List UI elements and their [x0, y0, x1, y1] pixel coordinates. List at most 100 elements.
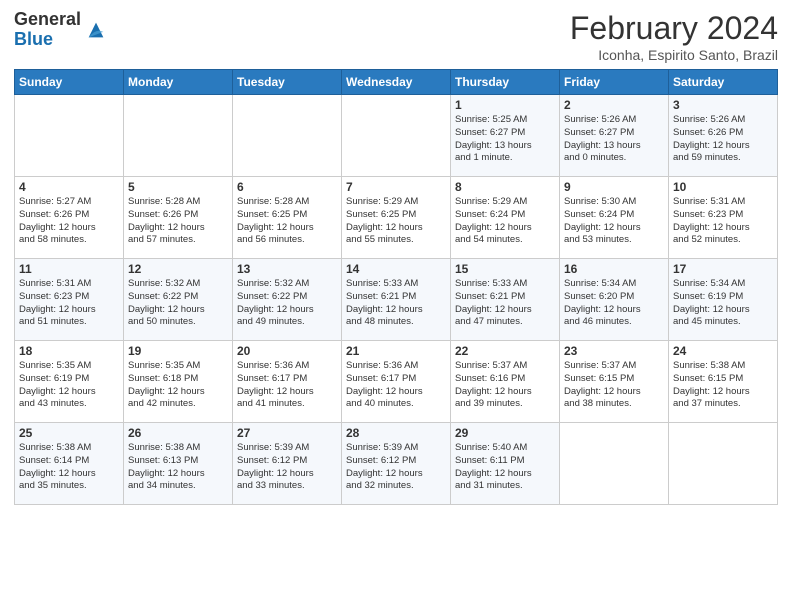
- calendar-cell: [15, 95, 124, 177]
- day-number: 16: [564, 262, 664, 276]
- day-number: 19: [128, 344, 228, 358]
- logo-icon: [85, 19, 107, 41]
- day-info: Sunrise: 5:32 AM Sunset: 6:22 PM Dayligh…: [128, 278, 228, 329]
- calendar-cell: [342, 95, 451, 177]
- day-info: Sunrise: 5:31 AM Sunset: 6:23 PM Dayligh…: [19, 278, 119, 329]
- day-info: Sunrise: 5:35 AM Sunset: 6:18 PM Dayligh…: [128, 360, 228, 411]
- calendar-cell: 25Sunrise: 5:38 AM Sunset: 6:14 PM Dayli…: [15, 423, 124, 505]
- page-container: General Blue February 2024 Iconha, Espir…: [0, 0, 792, 515]
- calendar-cell: [560, 423, 669, 505]
- calendar-cell: 27 Sunrise: 5:39 AM Sunset: 6:12 PM Dayli…: [233, 423, 342, 505]
- calendar-cell: 9Sunrise: 5:30 AM Sunset: 6:24 PM Daylig…: [560, 177, 669, 259]
- day-info: Sunrise: 5:35 AM Sunset: 6:19 PM Dayligh…: [19, 360, 119, 411]
- calendar-cell: 13Sunrise: 5:32 AM Sunset: 6:22 PM Dayli…: [233, 259, 342, 341]
- day-info: Sunrise: 5:28 AM Sunset: 6:25 PM Dayligh…: [237, 196, 337, 247]
- day-number: 27: [237, 426, 337, 440]
- calendar-cell: 17 Sunrise: 5:34 AM Sunset: 6:19 PM Dayli…: [669, 259, 778, 341]
- day-number: 8: [455, 180, 555, 194]
- day-info: Sunrise: 5:38 AM Sunset: 6:15 PM Dayligh…: [673, 360, 773, 411]
- day-info: Sunrise: 5:38 AM Sunset: 6:14 PM Dayligh…: [19, 442, 119, 493]
- day-info: Sunrise: 5:26 AM Sunset: 6:27 PM Dayligh…: [564, 114, 664, 165]
- day-number: 10: [673, 180, 773, 194]
- day-info: Sunrise: 5:33 AM Sunset: 6:21 PM Dayligh…: [346, 278, 446, 329]
- calendar-week-row: 25Sunrise: 5:38 AM Sunset: 6:14 PM Dayli…: [15, 423, 778, 505]
- day-info: Sunrise: 5:31 AM Sunset: 6:23 PM Dayligh…: [673, 196, 773, 247]
- day-info: Sunrise: 5:37 AM Sunset: 6:15 PM Dayligh…: [564, 360, 664, 411]
- day-number: 15: [455, 262, 555, 276]
- calendar-cell: 2 Sunrise: 5:26 AM Sunset: 6:27 PM Daylig…: [560, 95, 669, 177]
- day-number: 6: [237, 180, 337, 194]
- weekday-header: Friday: [560, 70, 669, 95]
- day-info: Sunrise: 5:39 AM Sunset: 6:12 PM Dayligh…: [346, 442, 446, 493]
- weekday-header: Sunday: [15, 70, 124, 95]
- calendar-cell: 12 Sunrise: 5:32 AM Sunset: 6:22 PM Dayli…: [124, 259, 233, 341]
- day-number: 26: [128, 426, 228, 440]
- calendar-cell: 23 Sunrise: 5:37 AM Sunset: 6:15 PM Dayli…: [560, 341, 669, 423]
- day-number: 21: [346, 344, 446, 358]
- calendar-table: SundayMondayTuesdayWednesdayThursdayFrid…: [14, 69, 778, 505]
- logo-general: General: [14, 10, 81, 30]
- day-info: Sunrise: 5:28 AM Sunset: 6:26 PM Dayligh…: [128, 196, 228, 247]
- day-info: Sunrise: 5:29 AM Sunset: 6:24 PM Dayligh…: [455, 196, 555, 247]
- day-number: 4: [19, 180, 119, 194]
- day-info: Sunrise: 5:34 AM Sunset: 6:19 PM Dayligh…: [673, 278, 773, 329]
- weekday-header: Thursday: [451, 70, 560, 95]
- weekday-header-row: SundayMondayTuesdayWednesdayThursdayFrid…: [15, 70, 778, 95]
- calendar-cell: 18 Sunrise: 5:35 AM Sunset: 6:19 PM Dayli…: [15, 341, 124, 423]
- calendar-cell: 24Sunrise: 5:38 AM Sunset: 6:15 PM Dayli…: [669, 341, 778, 423]
- weekday-header: Wednesday: [342, 70, 451, 95]
- calendar-cell: 20Sunrise: 5:36 AM Sunset: 6:17 PM Dayli…: [233, 341, 342, 423]
- day-number: 12: [128, 262, 228, 276]
- day-info: Sunrise: 5:36 AM Sunset: 6:17 PM Dayligh…: [346, 360, 446, 411]
- calendar-cell: 29 Sunrise: 5:40 AM Sunset: 6:11 PM Dayli…: [451, 423, 560, 505]
- month-title: February 2024: [570, 10, 778, 47]
- calendar-week-row: 4 Sunrise: 5:27 AM Sunset: 6:26 PM Daylig…: [15, 177, 778, 259]
- day-info: Sunrise: 5:29 AM Sunset: 6:25 PM Dayligh…: [346, 196, 446, 247]
- calendar-cell: [669, 423, 778, 505]
- day-number: 23: [564, 344, 664, 358]
- day-number: 20: [237, 344, 337, 358]
- weekday-header: Saturday: [669, 70, 778, 95]
- day-info: Sunrise: 5:37 AM Sunset: 6:16 PM Dayligh…: [455, 360, 555, 411]
- day-number: 17: [673, 262, 773, 276]
- day-info: Sunrise: 5:25 AM Sunset: 6:27 PM Dayligh…: [455, 114, 555, 165]
- subtitle: Iconha, Espirito Santo, Brazil: [570, 47, 778, 63]
- calendar-cell: 7 Sunrise: 5:29 AM Sunset: 6:25 PM Daylig…: [342, 177, 451, 259]
- calendar-cell: 11 Sunrise: 5:31 AM Sunset: 6:23 PM Dayli…: [15, 259, 124, 341]
- title-block: February 2024 Iconha, Espirito Santo, Br…: [570, 10, 778, 63]
- calendar-cell: 21 Sunrise: 5:36 AM Sunset: 6:17 PM Dayli…: [342, 341, 451, 423]
- day-info: Sunrise: 5:32 AM Sunset: 6:22 PM Dayligh…: [237, 278, 337, 329]
- calendar-cell: 10 Sunrise: 5:31 AM Sunset: 6:23 PM Dayli…: [669, 177, 778, 259]
- header: General Blue February 2024 Iconha, Espir…: [14, 10, 778, 63]
- day-number: 28: [346, 426, 446, 440]
- calendar-cell: 22 Sunrise: 5:37 AM Sunset: 6:16 PM Dayli…: [451, 341, 560, 423]
- calendar-cell: 16 Sunrise: 5:34 AM Sunset: 6:20 PM Dayli…: [560, 259, 669, 341]
- calendar-cell: 19 Sunrise: 5:35 AM Sunset: 6:18 PM Dayli…: [124, 341, 233, 423]
- day-number: 1: [455, 98, 555, 112]
- calendar-cell: 26 Sunrise: 5:38 AM Sunset: 6:13 PM Dayli…: [124, 423, 233, 505]
- day-info: Sunrise: 5:26 AM Sunset: 6:26 PM Dayligh…: [673, 114, 773, 165]
- day-info: Sunrise: 5:38 AM Sunset: 6:13 PM Dayligh…: [128, 442, 228, 493]
- calendar-cell: 4 Sunrise: 5:27 AM Sunset: 6:26 PM Daylig…: [15, 177, 124, 259]
- calendar-cell: [233, 95, 342, 177]
- logo: General Blue: [14, 10, 107, 50]
- day-number: 7: [346, 180, 446, 194]
- weekday-header: Tuesday: [233, 70, 342, 95]
- day-number: 2: [564, 98, 664, 112]
- day-info: Sunrise: 5:30 AM Sunset: 6:24 PM Dayligh…: [564, 196, 664, 247]
- day-number: 18: [19, 344, 119, 358]
- day-info: Sunrise: 5:34 AM Sunset: 6:20 PM Dayligh…: [564, 278, 664, 329]
- calendar-cell: 15Sunrise: 5:33 AM Sunset: 6:21 PM Dayli…: [451, 259, 560, 341]
- calendar-cell: 14Sunrise: 5:33 AM Sunset: 6:21 PM Dayli…: [342, 259, 451, 341]
- day-info: Sunrise: 5:39 AM Sunset: 6:12 PM Dayligh…: [237, 442, 337, 493]
- calendar-cell: 8 Sunrise: 5:29 AM Sunset: 6:24 PM Daylig…: [451, 177, 560, 259]
- logo-blue: Blue: [14, 30, 81, 50]
- day-number: 29: [455, 426, 555, 440]
- day-info: Sunrise: 5:40 AM Sunset: 6:11 PM Dayligh…: [455, 442, 555, 493]
- day-number: 22: [455, 344, 555, 358]
- weekday-header: Monday: [124, 70, 233, 95]
- day-info: Sunrise: 5:27 AM Sunset: 6:26 PM Dayligh…: [19, 196, 119, 247]
- calendar-cell: 6 Sunrise: 5:28 AM Sunset: 6:25 PM Daylig…: [233, 177, 342, 259]
- day-number: 11: [19, 262, 119, 276]
- calendar-cell: 28 Sunrise: 5:39 AM Sunset: 6:12 PM Dayli…: [342, 423, 451, 505]
